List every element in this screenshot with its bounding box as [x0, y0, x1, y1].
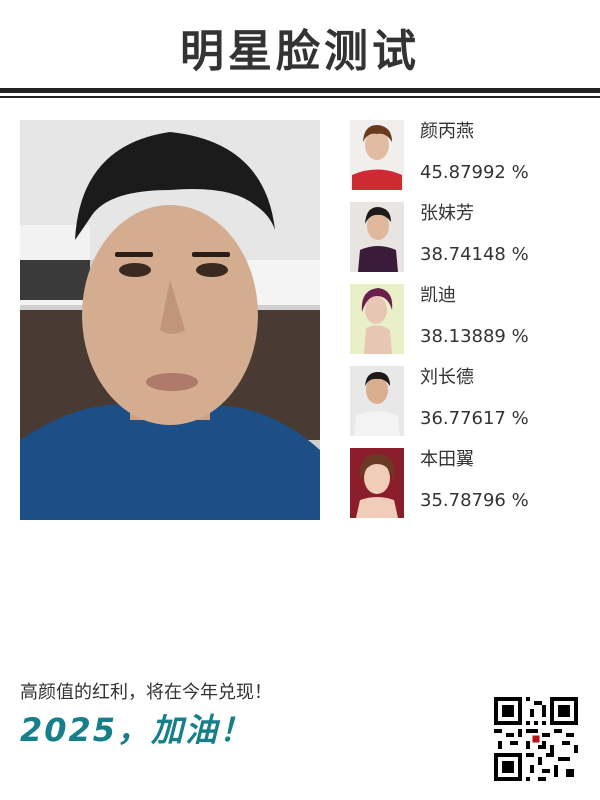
- celebrity-name: 本田翼: [420, 449, 474, 470]
- header-divider-thin: [0, 96, 600, 98]
- celebrity-thumbnail: [350, 366, 404, 436]
- result-item[interactable]: 张妹芳 38.74148 %: [350, 202, 590, 274]
- qr-code[interactable]: [494, 697, 578, 781]
- celebrity-thumbnail: [350, 284, 404, 354]
- result-item[interactable]: 刘长德 36.77617 %: [350, 366, 590, 438]
- page-title: 明星脸测试: [180, 26, 420, 77]
- celebrity-thumbnail: [350, 202, 404, 272]
- similarity-score: 45.87992 %: [420, 162, 529, 183]
- similarity-score: 38.13889 %: [420, 326, 529, 347]
- result-item[interactable]: 本田翼 35.78796 %: [350, 448, 590, 520]
- similarity-score: 35.78796 %: [420, 490, 529, 511]
- user-photo: [20, 120, 320, 520]
- celebrity-name: 凯迪: [420, 285, 456, 306]
- celebrity-name: 颜丙燕: [420, 121, 474, 142]
- celebrity-name: 张妹芳: [420, 203, 474, 224]
- celebrity-thumbnail: [350, 120, 404, 190]
- similarity-score: 36.77617 %: [420, 408, 529, 429]
- slogan-text: 2025，加油！: [20, 711, 254, 749]
- header-divider-thick: [0, 88, 600, 93]
- celebrity-thumbnail: [350, 448, 404, 518]
- result-item[interactable]: 凯迪 38.13889 %: [350, 284, 590, 356]
- similarity-score: 38.74148 %: [420, 244, 529, 265]
- footer-caption: 高颜值的红利，将在今年兑现！: [20, 682, 272, 703]
- result-item[interactable]: 颜丙燕 45.87992 %: [350, 120, 590, 192]
- celebrity-name: 刘长德: [420, 367, 474, 388]
